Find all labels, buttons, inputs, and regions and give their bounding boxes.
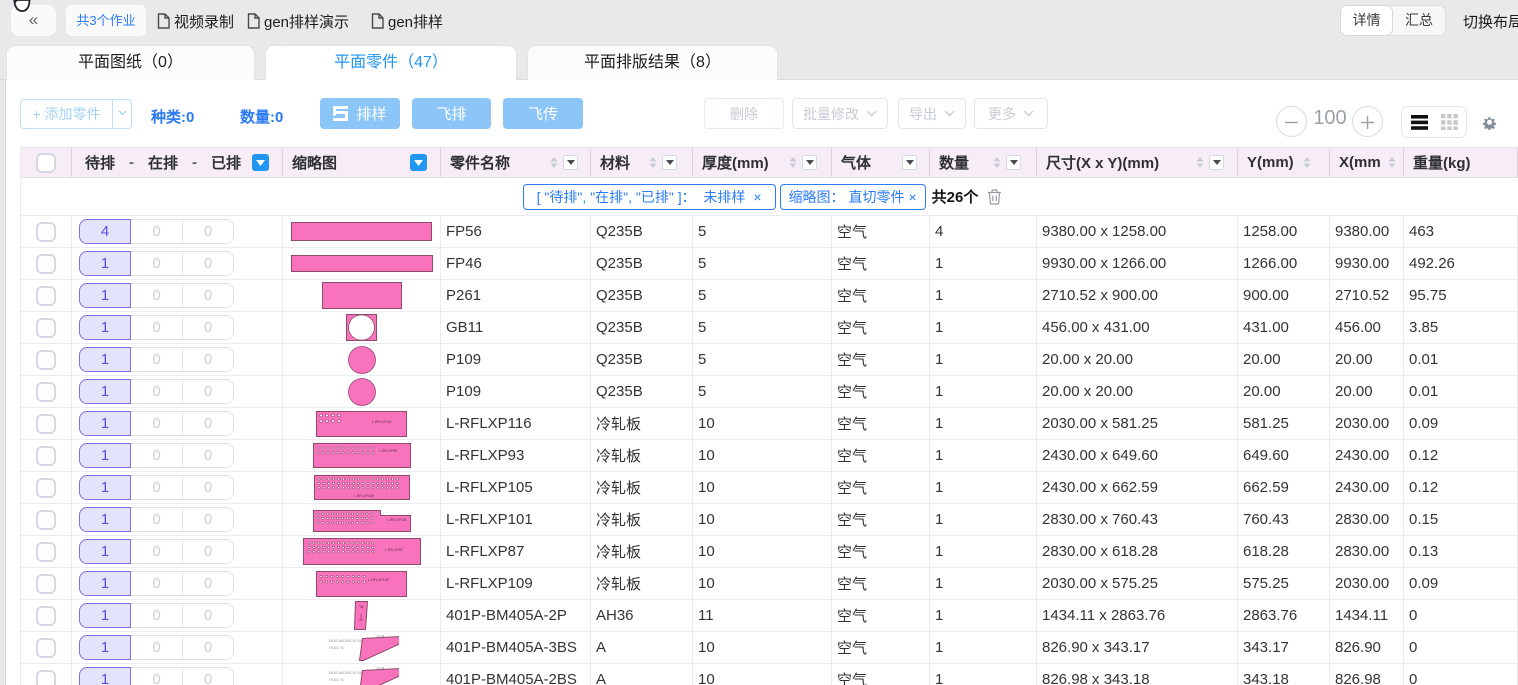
svg-text:L-RFLXP109: L-RFLXP109 [368, 578, 389, 582]
svg-text:L-RFLXP93: L-RFLXP93 [379, 449, 397, 453]
svg-text:L-RFLXP101: L-RFLXP101 [387, 518, 407, 522]
svg-text:L-RFLXP105: L-RFLXP105 [354, 494, 374, 498]
svg-text:L-RFLXP87: L-RFLXP87 [385, 548, 403, 552]
svg-text:L-RFLXP116: L-RFLXP116 [372, 420, 391, 424]
